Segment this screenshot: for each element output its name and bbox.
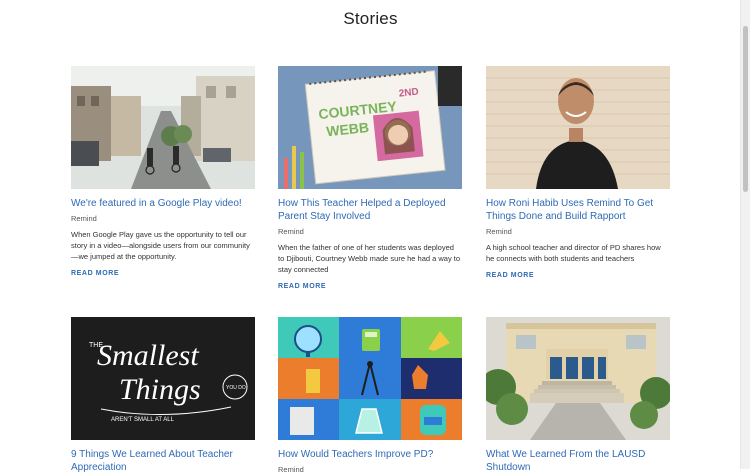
typography-text: AREN'T SMALL AT ALL	[111, 417, 175, 423]
story-author: Remind	[278, 227, 304, 236]
story-author: Remind	[486, 227, 512, 236]
story-title-link[interactable]: We're featured in a Google Play video!	[71, 197, 255, 210]
read-more-link[interactable]: READ MORE	[486, 272, 670, 279]
story-author: Remind	[71, 214, 97, 223]
story-image-street-cyclists[interactable]	[71, 66, 255, 189]
story-excerpt: A high school teacher and director of PD…	[486, 243, 661, 263]
story-card: What We Learned From the LAUSD Shutdown	[486, 317, 670, 474]
story-title-link[interactable]: 9 Things We Learned About Teacher Apprec…	[71, 448, 255, 474]
typography-text: YOU DO	[226, 385, 246, 391]
story-image-school-building[interactable]	[486, 317, 670, 440]
notebook-text: 2ND	[398, 87, 419, 100]
story-title-link[interactable]: How Would Teachers Improve PD?	[278, 448, 462, 461]
story-image-portrait[interactable]	[486, 66, 670, 189]
story-excerpt: When the father of one of her students w…	[278, 243, 461, 274]
story-card: We're featured in a Google Play video! R…	[71, 66, 255, 277]
story-excerpt: When Google Play gave us the opportunity…	[71, 230, 250, 261]
story-title-link[interactable]: How Roni Habib Uses Remind To Get Things…	[486, 197, 670, 223]
scrollbar-thumb[interactable]	[743, 26, 748, 192]
story-image-icon-grid[interactable]	[278, 317, 462, 440]
story-title-link[interactable]: What We Learned From the LAUSD Shutdown	[486, 448, 670, 474]
story-card: COURTNEY WEBB 2ND How This Teacher Helpe…	[278, 66, 462, 290]
read-more-link[interactable]: READ MORE	[278, 283, 462, 290]
story-title-link[interactable]: How This Teacher Helped a Deployed Paren…	[278, 197, 462, 223]
story-image-notebook[interactable]: COURTNEY WEBB 2ND	[278, 66, 462, 189]
read-more-link[interactable]: READ MORE	[71, 270, 255, 277]
story-card: How Would Teachers Improve PD? Remind	[278, 317, 462, 474]
story-author: Remind	[278, 465, 304, 474]
typography-text: Things	[119, 373, 201, 406]
page-title: Stories	[343, 9, 398, 28]
story-card: How Roni Habib Uses Remind To Get Things…	[486, 66, 670, 279]
story-image-typography[interactable]: THE Smallest Things YOU DO AREN'T SMALL …	[71, 317, 255, 440]
story-card: THE Smallest Things YOU DO AREN'T SMALL …	[71, 317, 255, 474]
typography-text: Smallest	[97, 339, 199, 372]
page-scrollbar[interactable]	[740, 0, 750, 469]
